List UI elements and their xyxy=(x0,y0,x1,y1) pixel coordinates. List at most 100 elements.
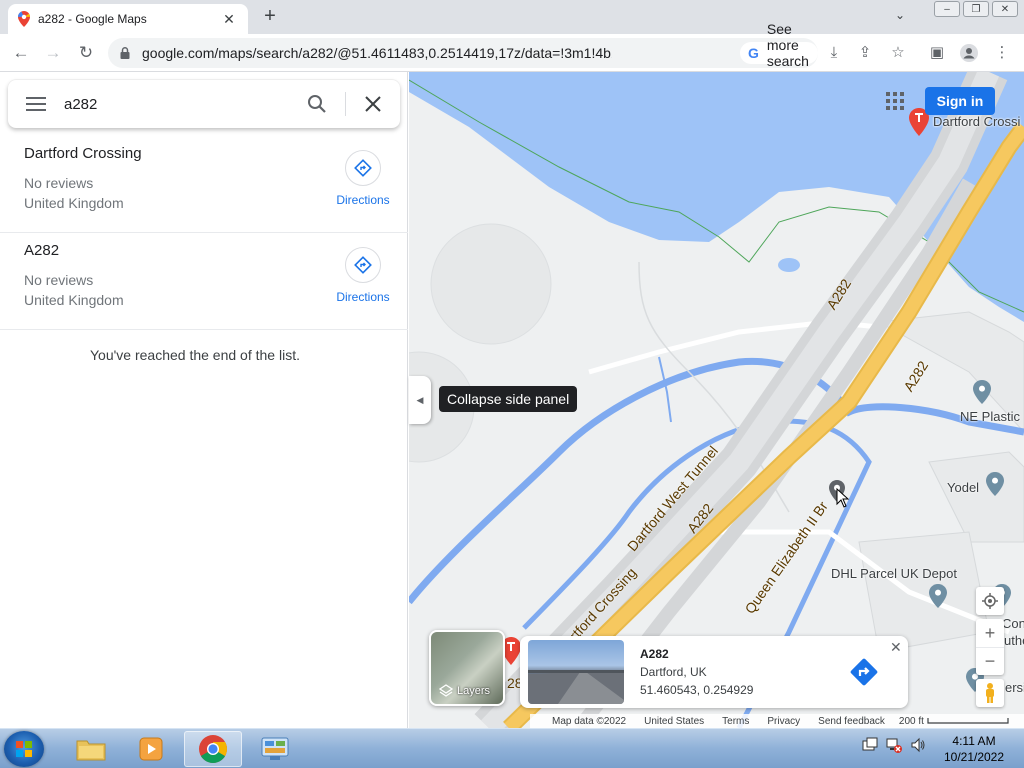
window-close-icon[interactable]: ✕ xyxy=(992,1,1018,17)
media-player-icon xyxy=(139,737,163,761)
directions-icon xyxy=(354,159,372,177)
taskbar-control-panel[interactable] xyxy=(246,731,304,767)
volume-icon[interactable] xyxy=(910,737,926,753)
taskbar-media-player[interactable] xyxy=(122,731,180,767)
chrome-icon xyxy=(199,735,227,763)
sign-in-button[interactable]: Sign in xyxy=(925,87,995,115)
windows-logo-icon xyxy=(16,741,32,757)
layers-button[interactable]: Layers xyxy=(429,630,505,706)
new-tab-button[interactable]: + xyxy=(258,6,282,28)
zoom-in-button[interactable]: + xyxy=(985,619,996,647)
scale-label[interactable]: 200 ft xyxy=(899,716,924,727)
menu-icon[interactable] xyxy=(8,96,64,112)
privacy-link[interactable]: Privacy xyxy=(767,716,800,727)
dhl-pin-icon[interactable] xyxy=(929,584,947,608)
more-menu-icon[interactable]: ⋮ xyxy=(991,42,1013,64)
info-card-close-icon[interactable]: ✕ xyxy=(890,639,902,656)
result-country: United Kingdom xyxy=(24,195,124,211)
window-controls: – ❐ ✕ xyxy=(934,1,1018,17)
install-icon[interactable]: ⤓ xyxy=(823,42,845,64)
place-label-yodel[interactable]: Yodel xyxy=(947,480,979,495)
zoom-controls: + − xyxy=(976,619,1004,675)
result-name[interactable]: A282 xyxy=(24,242,59,259)
collapse-side-panel-button[interactable]: ◀ xyxy=(409,376,431,424)
share-icon[interactable]: ⇪ xyxy=(854,42,876,64)
restore-icon[interactable]: ❐ xyxy=(963,1,989,17)
tab-close-icon[interactable]: ✕ xyxy=(220,11,238,28)
directions-icon xyxy=(354,256,372,274)
scale-bar xyxy=(927,718,1009,724)
see-more-results-chip[interactable]: G See more search results xyxy=(740,21,818,85)
directions-button[interactable] xyxy=(345,150,381,186)
directions-icon[interactable] xyxy=(848,656,880,688)
my-location-button[interactable] xyxy=(976,587,1004,615)
end-of-list-text: You've reached the end of the list. xyxy=(90,347,300,363)
street-view-photo[interactable] xyxy=(528,640,624,704)
action-center-icon[interactable] xyxy=(862,737,878,753)
map-data-attribution: Map data ©2022 xyxy=(552,715,627,727)
result-reviews: No reviews xyxy=(24,175,94,191)
place-label-dartford-crossing[interactable]: Dartford Crossi xyxy=(933,114,1020,129)
bookmark-star-icon[interactable]: ☆ xyxy=(887,42,909,64)
side-panel-icon[interactable]: ▣ xyxy=(926,42,948,64)
browser-toolbar: ← → ↻ google.com/maps/search/a282/@51.46… xyxy=(0,21,1024,85)
system-tray xyxy=(862,737,926,753)
zoom-out-button[interactable]: − xyxy=(976,647,1004,675)
windows-taskbar: 4:11 AM 10/21/2022 xyxy=(0,728,1024,768)
taskbar-clock[interactable]: 4:11 AM 10/21/2022 xyxy=(934,733,1014,765)
directions-label[interactable]: Directions xyxy=(330,290,396,304)
region-link[interactable]: United States xyxy=(644,716,704,727)
info-card-place: Dartford, UK xyxy=(640,665,707,679)
address-bar[interactable]: google.com/maps/search/a282/@51.4611483,… xyxy=(108,21,818,85)
info-card-title: A282 xyxy=(640,647,669,661)
clear-search-icon[interactable] xyxy=(362,93,384,120)
place-info-card[interactable]: A282 Dartford, UK 51.460543, 0.254929 ✕ xyxy=(520,636,908,708)
back-icon[interactable]: ← xyxy=(10,42,32,64)
clock-time: 4:11 AM xyxy=(952,734,996,748)
pegman-icon xyxy=(986,683,994,703)
taskbar-explorer[interactable] xyxy=(62,731,120,767)
lock-icon xyxy=(120,47,130,59)
network-icon[interactable] xyxy=(886,737,902,753)
directions-label[interactable]: Directions xyxy=(330,193,396,207)
search-divider xyxy=(345,92,346,116)
google-apps-icon[interactable] xyxy=(886,92,904,110)
list-item[interactable]: A282 No reviews United Kingdom Direction… xyxy=(0,233,408,330)
ne-plastic-pin-icon[interactable] xyxy=(973,380,991,404)
result-country: United Kingdom xyxy=(24,292,124,308)
forward-icon[interactable]: → xyxy=(42,42,64,64)
place-label-ne-plastic[interactable]: NE Plastic xyxy=(960,409,1020,424)
street-view-pegman-button[interactable] xyxy=(976,679,1004,707)
google-g-icon: G xyxy=(748,45,759,61)
place-label-uthe: uthe xyxy=(1004,633,1024,648)
send-feedback-link[interactable]: Send feedback xyxy=(818,716,885,727)
info-card-coords: 51.460543, 0.254929 xyxy=(640,683,754,697)
minimize-icon[interactable]: – xyxy=(934,1,960,17)
list-item[interactable]: Dartford Crossing No reviews United King… xyxy=(0,136,408,233)
terms-link[interactable]: Terms xyxy=(722,716,749,727)
place-label-ersin[interactable]: ersin xyxy=(1005,680,1024,695)
collapse-tooltip: Collapse side panel xyxy=(439,386,578,412)
place-label-dhl[interactable]: DHL Parcel UK Depot xyxy=(831,566,957,581)
browser-tab[interactable]: a282 - Google Maps ✕ xyxy=(8,4,248,34)
yodel-pin-icon[interactable] xyxy=(986,472,1004,496)
map-footer: Map data ©2022 United States Terms Priva… xyxy=(530,714,1024,728)
layers-label: Layers xyxy=(457,685,491,697)
profile-icon[interactable] xyxy=(958,42,980,64)
start-button[interactable] xyxy=(4,731,44,767)
folder-icon xyxy=(76,740,106,761)
result-name[interactable]: Dartford Crossing xyxy=(24,145,142,162)
reload-icon[interactable]: ↻ xyxy=(75,42,97,64)
result-reviews: No reviews xyxy=(24,272,94,288)
search-icon[interactable] xyxy=(306,93,328,120)
search-box xyxy=(8,80,400,128)
clock-date: 10/21/2022 xyxy=(943,750,1005,764)
layers-icon xyxy=(439,684,453,697)
tab-search-icon[interactable]: ⌄ xyxy=(895,8,905,22)
place-label-cong[interactable]: Cong xyxy=(1002,616,1024,631)
my-location-icon xyxy=(982,593,998,609)
search-input[interactable] xyxy=(64,95,294,113)
taskbar-chrome[interactable] xyxy=(184,731,242,767)
maps-favicon-icon xyxy=(18,11,30,27)
directions-button[interactable] xyxy=(345,247,381,283)
